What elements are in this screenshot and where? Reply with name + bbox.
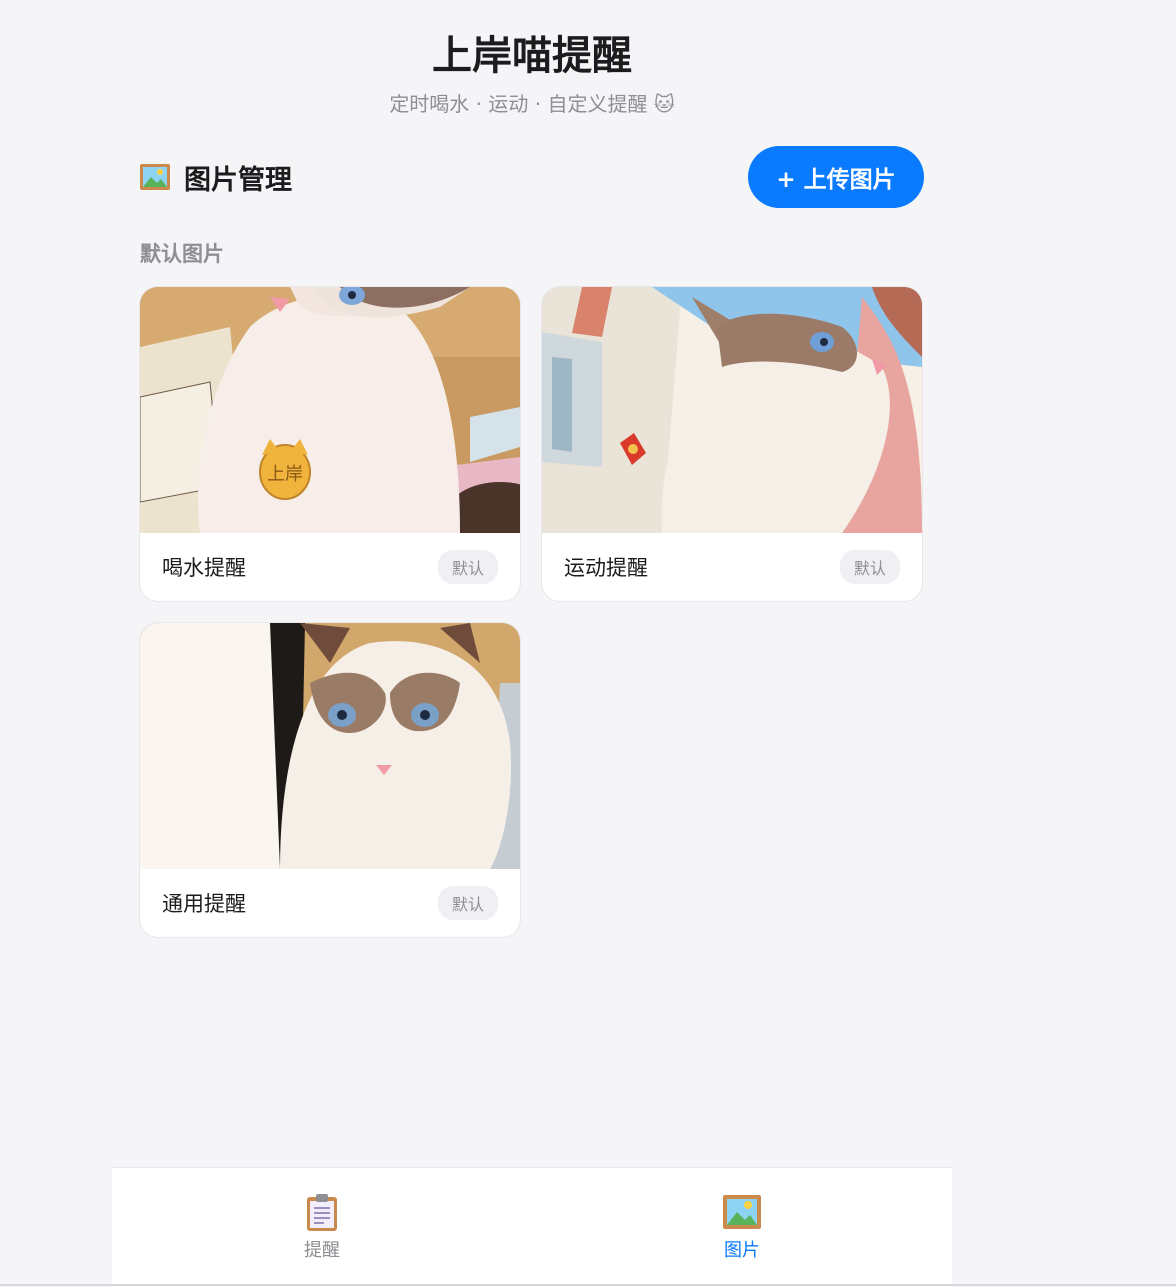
default-badge: 默认 xyxy=(839,550,900,584)
card-name: 通用提醒 xyxy=(162,892,246,916)
card-footer: 通用提醒 默认 xyxy=(140,869,520,937)
cat-drink-image: 上岸 xyxy=(140,287,520,533)
default-badge: 默认 xyxy=(437,550,498,584)
cat-exercise-image xyxy=(542,287,922,533)
clipboard-icon xyxy=(307,1194,337,1231)
card-footer: 运动提醒 默认 xyxy=(542,533,922,601)
image-card-drink[interactable]: 上岸 喝水提醒 默认 xyxy=(140,287,520,601)
tab-label: 图片 xyxy=(724,1240,760,1261)
image-card-general[interactable]: 通用提醒 默认 xyxy=(140,623,520,937)
default-badge: 默认 xyxy=(437,886,498,920)
cat-general-image xyxy=(140,623,520,869)
image-card-exercise[interactable]: 运动提醒 默认 xyxy=(542,287,922,601)
section-header: 图片管理 + 上传图片 xyxy=(140,145,924,209)
app-title: 上岸喵提醒 xyxy=(432,33,632,79)
name-tag-text: 上岸 xyxy=(267,464,303,485)
app-container: 上岸喵提醒 定时喝水 · 运动 · 自定义提醒 🐱 图片管理 + 上传图片 默认… xyxy=(112,0,952,1287)
card-name: 运动提醒 xyxy=(564,556,648,580)
framed-picture-icon xyxy=(723,1195,761,1229)
card-footer: 喝水提醒 默认 xyxy=(140,533,520,601)
default-images-label: 默认图片 xyxy=(140,242,224,266)
app-subtitle: 定时喝水 · 运动 · 自定义提醒 🐱 xyxy=(389,92,675,116)
upload-image-button[interactable]: + 上传图片 xyxy=(748,146,924,208)
framed-picture-icon xyxy=(140,164,170,190)
tab-reminders[interactable]: 提醒 xyxy=(112,1168,532,1287)
section-title-wrap: 图片管理 xyxy=(140,158,292,197)
image-grid: 上岸 喝水提醒 默认 运动提醒 默认 通用提醒 默认 xyxy=(140,287,924,937)
section-title: 图片管理 xyxy=(184,164,292,196)
tab-images[interactable]: 图片 xyxy=(532,1168,952,1287)
header: 上岸喵提醒 定时喝水 · 运动 · 自定义提醒 🐱 xyxy=(112,0,952,118)
tab-label: 提醒 xyxy=(304,1240,340,1261)
card-name: 喝水提醒 xyxy=(162,556,246,580)
bottom-tab-bar: 提醒 图片 xyxy=(112,1167,952,1287)
